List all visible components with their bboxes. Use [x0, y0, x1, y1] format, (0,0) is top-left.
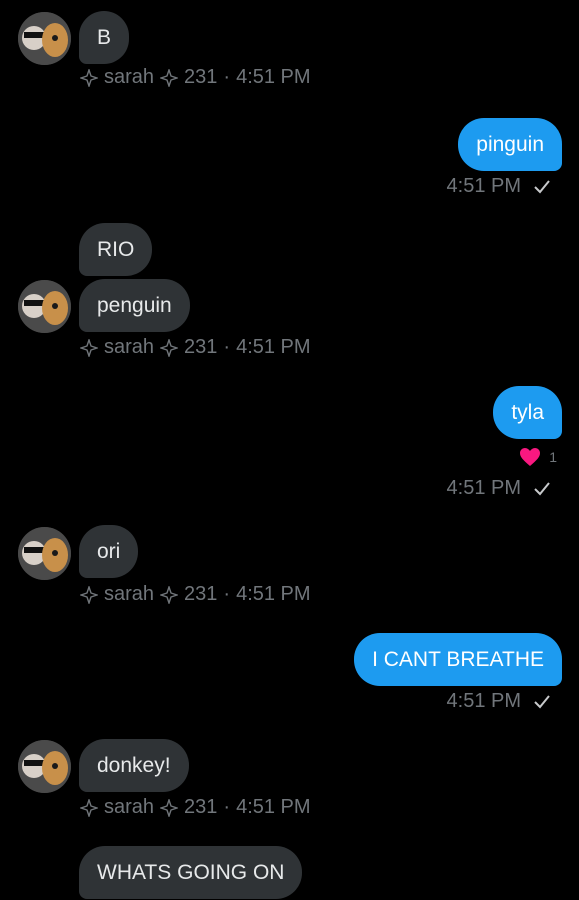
avatar[interactable] [18, 740, 71, 793]
message-meta: sarah 231 · 4:51 PM [80, 583, 311, 606]
sparkle-icon [160, 585, 179, 604]
message-time: 4:51 PM [236, 796, 311, 818]
check-icon [534, 179, 550, 193]
message-bubble[interactable]: pinguin [458, 118, 562, 171]
message-meta: 4:51 PM [447, 175, 551, 198]
reaction[interactable]: 1 [519, 447, 557, 467]
sender-count: 231 [184, 583, 218, 605]
message-text: donkey! [97, 753, 171, 777]
message-text: I CANT BREATHE [372, 647, 544, 671]
message-time: 4:51 PM [446, 477, 521, 499]
message-bubble[interactable]: penguin [79, 279, 190, 332]
sender-name: sarah [104, 796, 155, 818]
message-meta: sarah 231 · 4:51 PM [80, 66, 311, 89]
message-bubble[interactable]: I CANT BREATHE [354, 633, 562, 686]
message-meta: sarah 231 · 4:51 PM [80, 336, 311, 359]
message-text: RIO [97, 237, 135, 261]
avatar-image [18, 527, 71, 580]
message-bubble[interactable]: tyla [493, 386, 562, 439]
sparkle-icon [160, 338, 179, 357]
meta-separator: · [223, 336, 231, 358]
meta-separator: · [223, 796, 231, 818]
message-time: 4:51 PM [446, 690, 521, 712]
message-time: 4:51 PM [446, 175, 521, 197]
message-time: 4:51 PM [236, 66, 311, 88]
sender-count: 231 [184, 66, 218, 88]
meta-separator: · [223, 66, 231, 88]
message-bubble[interactable]: RIO [79, 223, 153, 276]
message-bubble[interactable]: WHATS GOING ON [79, 846, 303, 899]
heart-icon [520, 448, 541, 466]
message-bubble[interactable]: B [79, 11, 130, 64]
sender-count: 231 [184, 796, 218, 818]
avatar-image [18, 12, 71, 65]
reaction-count: 1 [549, 449, 557, 465]
message-meta: 4:51 PM [447, 477, 551, 500]
sparkle-icon [160, 68, 179, 87]
message-time: 4:51 PM [236, 583, 311, 605]
sparkle-icon [160, 798, 179, 817]
avatar[interactable] [18, 12, 71, 65]
sparkle-icon [80, 68, 98, 87]
sparkle-icon [80, 585, 98, 604]
meta-separator: · [223, 583, 231, 605]
avatar-image [18, 740, 71, 793]
check-icon [534, 481, 550, 495]
check-icon [534, 694, 550, 708]
message-text: tyla [511, 400, 544, 424]
avatar[interactable] [18, 527, 71, 580]
message-bubble[interactable]: ori [79, 525, 139, 578]
sender-name: sarah [104, 336, 155, 358]
message-text: B [97, 25, 112, 49]
avatar-image [18, 280, 71, 333]
avatar[interactable] [18, 280, 71, 333]
message-meta: 4:51 PM [447, 690, 551, 713]
message-text: WHATS GOING ON [97, 860, 285, 884]
sender-name: sarah [104, 583, 155, 605]
message-time: 4:51 PM [236, 336, 311, 358]
sender-count: 231 [184, 336, 218, 358]
sender-name: sarah [104, 66, 155, 88]
sparkle-icon [80, 338, 98, 357]
message-text: pinguin [476, 132, 544, 156]
message-meta: sarah 231 · 4:51 PM [80, 796, 311, 819]
message-text: penguin [97, 293, 172, 317]
sparkle-icon [80, 798, 98, 817]
message-bubble[interactable]: donkey! [79, 739, 189, 792]
message-text: ori [97, 539, 121, 563]
